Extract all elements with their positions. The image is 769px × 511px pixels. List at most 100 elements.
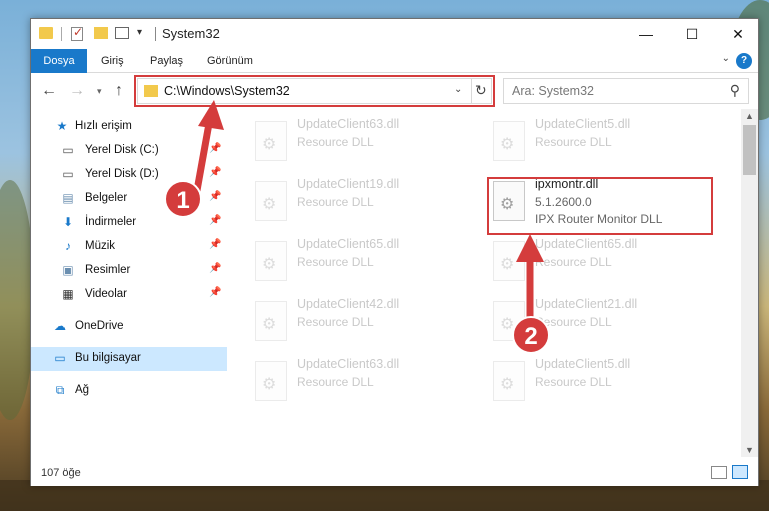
minimize-button[interactable]: — [623, 19, 669, 49]
search-placeholder[interactable]: Ara: System32 [512, 84, 594, 98]
tab-file[interactable]: Dosya [31, 49, 87, 73]
file-name: UpdateClient21.dll [535, 297, 638, 311]
toolbar-divider [155, 27, 156, 41]
download-icon: ⬇ [62, 215, 74, 229]
item-count: 107 öğe [41, 467, 81, 479]
dll-file-icon [493, 121, 525, 161]
dll-file-icon [493, 181, 525, 221]
file-item[interactable]: UpdateClient42.dll Resource DLL [251, 295, 481, 351]
sidebar-item-pictures[interactable]: ▣ Resimler 📌 [31, 259, 227, 283]
sidebar-item-label: İndirmeler [85, 216, 137, 228]
dll-file-icon [255, 241, 287, 281]
customize-toolbar-chevron-icon[interactable]: ▾ [137, 27, 142, 38]
file-name: UpdateClient63.dll [297, 117, 400, 131]
pin-icon[interactable]: 📌 [209, 263, 221, 274]
sidebar-item-label: Bu bilgisayar [75, 352, 141, 364]
dll-file-icon [255, 121, 287, 161]
properties-check-icon[interactable] [71, 25, 83, 41]
forward-arrow-icon[interactable]: → [69, 82, 85, 100]
new-folder-icon[interactable] [94, 27, 108, 39]
sidebar-item-this-pc[interactable]: ▭ Bu bilgisayar [31, 347, 227, 371]
search-box[interactable]: Ara: System32 ⚲ [503, 78, 749, 104]
address-history-chevron-icon[interactable]: ⌄ [454, 84, 462, 95]
close-button[interactable]: ✕ [715, 19, 761, 49]
scrollbar-thumb[interactable] [743, 125, 756, 175]
file-description: Resource DLL [297, 315, 374, 329]
file-description: Resource DLL [535, 255, 612, 269]
file-item[interactable]: UpdateClient65.dll Resource DLL [489, 235, 719, 291]
sidebar-item-label: Ağ [75, 384, 90, 396]
search-icon[interactable]: ⚲ [730, 82, 740, 99]
file-description: Resource DLL [297, 255, 374, 269]
navigation-pane: ★ Hızlı erişim ▭ Yerel Disk (C:) 📌 ▭ Yer… [31, 109, 227, 457]
maximize-button[interactable]: ☐ [669, 19, 715, 49]
file-item[interactable]: UpdateClient5.dll Resource DLL [489, 355, 719, 411]
up-arrow-icon[interactable]: ↑ [115, 82, 123, 100]
computer-icon: ▭ [54, 351, 66, 365]
sidebar-item-disk-c[interactable]: ▭ Yerel Disk (C:) 📌 [31, 139, 227, 163]
pictures-icon: ▣ [62, 263, 74, 277]
sidebar-item-downloads[interactable]: ⬇ İndirmeler 📌 [31, 211, 227, 235]
pin-icon[interactable]: 📌 [209, 191, 221, 202]
file-name: UpdateClient42.dll [297, 297, 400, 311]
ribbon-expand-chevron-icon[interactable]: ⌄ [722, 53, 730, 64]
file-item[interactable]: UpdateClient63.dll Resource DLL [251, 355, 481, 411]
tab-share[interactable]: Paylaş [138, 49, 195, 73]
pin-icon[interactable]: 📌 [209, 167, 221, 178]
sidebar-item-disk-d[interactable]: ▭ Yerel Disk (D:) 📌 [31, 163, 227, 187]
file-description: Resource DLL [297, 375, 374, 389]
cloud-icon: ☁ [54, 319, 66, 333]
network-icon: ⧉ [55, 383, 65, 397]
file-item[interactable]: UpdateClient63.dll Resource DLL [251, 115, 481, 171]
help-button[interactable]: ? [736, 53, 752, 69]
folder-icon [144, 85, 158, 97]
tab-home[interactable]: Giriş [89, 49, 136, 73]
rename-icon[interactable] [115, 27, 129, 39]
sidebar-item-label: Belgeler [85, 192, 128, 204]
scroll-up-arrow-icon[interactable]: ▲ [745, 111, 754, 121]
file-description: Resource DLL [535, 135, 612, 149]
sidebar-item-music[interactable]: ♪ Müzik 📌 [31, 235, 227, 259]
tab-view[interactable]: Görünüm [195, 49, 265, 73]
ribbon-tabs: Dosya Giriş Paylaş Görünüm ⌄ ? [31, 49, 758, 73]
sidebar-item-onedrive[interactable]: ☁ OneDrive [31, 315, 227, 339]
toolbar-divider [61, 27, 62, 41]
sidebar-item-network[interactable]: ⧉ Ağ [31, 379, 227, 403]
file-name: ipxmontr.dll [535, 177, 599, 191]
sidebar-item-label: Yerel Disk (C:) [85, 144, 159, 156]
file-item-ipxmontr[interactable]: ipxmontr.dll 5.1.2600.0 IPX Router Monit… [489, 175, 719, 231]
vertical-scrollbar[interactable]: ▲ ▼ [741, 109, 758, 457]
explorer-window: ▾ System32 — ☐ ✕ Dosya Giriş Paylaş Görü… [30, 18, 759, 486]
file-description: IPX Router Monitor DLL [535, 212, 663, 226]
address-path[interactable]: C:\Windows\System32 [164, 84, 290, 98]
scroll-down-arrow-icon[interactable]: ▼ [745, 445, 754, 455]
pin-icon[interactable]: 📌 [209, 287, 221, 298]
pin-icon[interactable]: 📌 [209, 215, 221, 226]
refresh-icon[interactable]: ↻ [475, 82, 487, 99]
file-name: UpdateClient19.dll [297, 177, 400, 191]
star-icon: ★ [56, 119, 68, 133]
step-badge-1: 1 [164, 180, 202, 218]
file-item[interactable]: UpdateClient5.dll Resource DLL [489, 115, 719, 171]
large-icons-view-icon[interactable] [732, 465, 748, 479]
folder-icon [39, 27, 53, 39]
file-item[interactable]: UpdateClient19.dll Resource DLL [251, 175, 481, 231]
address-bar[interactable]: C:\Windows\System32 ⌄ ↻ [137, 78, 492, 104]
drive-icon: ▭ [62, 167, 74, 181]
pin-icon[interactable]: 📌 [209, 239, 221, 250]
sidebar-item-label: OneDrive [75, 320, 124, 332]
dll-file-icon [255, 181, 287, 221]
file-list: UpdateClient63.dll Resource DLL UpdateCl… [227, 109, 741, 457]
file-name: UpdateClient5.dll [535, 357, 631, 371]
details-view-icon[interactable] [711, 466, 727, 479]
back-arrow-icon[interactable]: ← [41, 82, 57, 100]
recent-locations-chevron-icon[interactable]: ▾ [97, 86, 102, 97]
file-description: Resource DLL [297, 195, 374, 209]
sidebar-item-quick-access[interactable]: ★ Hızlı erişim [31, 115, 227, 139]
file-item[interactable]: UpdateClient65.dll Resource DLL [251, 235, 481, 291]
sidebar-item-videos[interactable]: ▦ Videolar 📌 [31, 283, 227, 307]
pin-icon[interactable]: 📌 [209, 143, 221, 154]
sidebar-item-label: Hızlı erişim [75, 120, 132, 132]
drive-icon: ▭ [62, 143, 74, 157]
navigation-bar: ← → ▾ ↑ C:\Windows\System32 ⌄ ↻ Ara: Sys… [31, 74, 758, 108]
